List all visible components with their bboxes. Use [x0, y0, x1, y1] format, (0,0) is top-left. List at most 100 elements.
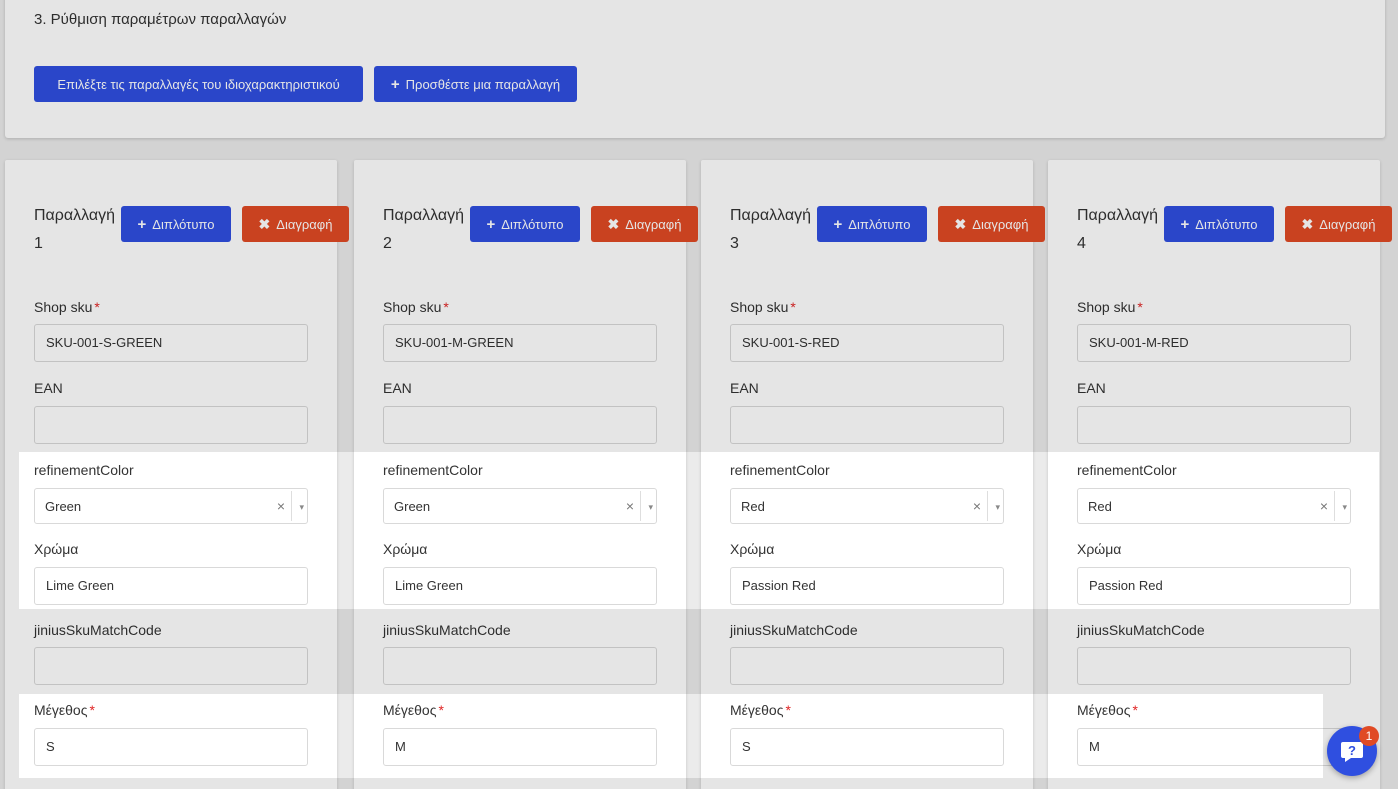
refinement-color-label: refinementColor [383, 462, 483, 478]
ean-input[interactable] [34, 406, 308, 444]
refinement-color-select[interactable]: Green × ▾ [383, 488, 657, 524]
jinius-sku-input[interactable] [383, 647, 657, 685]
color-input[interactable]: Passion Red [730, 567, 1004, 605]
ean-label: EAN [730, 380, 759, 396]
variation-title-label: Παραλλαγή [730, 207, 812, 224]
variation-title-label: Παραλλαγή [34, 207, 116, 224]
size-input[interactable]: M [1077, 728, 1351, 766]
refinement-color-select[interactable]: Red × ▾ [730, 488, 1004, 524]
select-divider [987, 491, 988, 521]
chevron-down-icon[interactable]: ▾ [1342, 489, 1347, 525]
ean-input[interactable] [1077, 406, 1351, 444]
add-variation-button[interactable]: + Προσθέστε μια παραλλαγή [374, 66, 577, 102]
plus-icon: + [390, 75, 400, 93]
delete-label: Διαγραφή [1319, 216, 1376, 232]
delete-label: Διαγραφή [276, 216, 333, 232]
close-icon: ✖ [258, 215, 271, 232]
overlay-right-1 [1379, 452, 1398, 609]
ean-input[interactable] [383, 406, 657, 444]
select-divider [640, 491, 641, 521]
color-label: Χρώμα [383, 541, 428, 557]
color-input[interactable]: Lime Green [383, 567, 657, 605]
jinius-sku-input[interactable] [34, 647, 308, 685]
delete-label: Διαγραφή [625, 216, 682, 232]
shop-sku-label: Shop sku * [383, 299, 449, 315]
duplicate-button[interactable]: + Διπλότυπο [1164, 206, 1274, 242]
size-label: Μέγεθος * [1077, 702, 1138, 718]
clear-selection-icon[interactable]: × [277, 489, 285, 523]
ean-label: EAN [1077, 380, 1106, 396]
color-label: Χρώμα [730, 541, 775, 557]
chat-notification-badge: 1 [1359, 726, 1379, 746]
chevron-down-icon[interactable]: ▾ [299, 489, 304, 525]
variation-card: Παραλλαγή 2 + Διπλότυπο ✖ Διαγραφή Shop … [354, 160, 698, 789]
select-divider [1334, 491, 1335, 521]
jinius-sku-input[interactable] [730, 647, 1004, 685]
size-input[interactable]: S [34, 728, 308, 766]
shop-sku-label: Shop sku * [730, 299, 796, 315]
duplicate-button[interactable]: + Διπλότυπο [470, 206, 580, 242]
color-label: Χρώμα [34, 541, 79, 557]
size-label: Μέγεθος * [730, 702, 791, 718]
plus-icon: + [137, 215, 147, 233]
jinius-sku-label: jiniusSkuMatchCode [730, 622, 858, 638]
size-input[interactable]: M [383, 728, 657, 766]
duplicate-label: Διπλότυπο [1195, 216, 1258, 232]
refinement-color-value: Red [1088, 499, 1112, 514]
variation-number: 4 [1077, 235, 1086, 252]
clear-selection-icon[interactable]: × [973, 489, 981, 523]
refinement-color-select[interactable]: Red × ▾ [1077, 488, 1351, 524]
delete-button[interactable]: ✖ Διαγραφή [242, 206, 349, 242]
delete-button[interactable]: ✖ Διαγραφή [938, 206, 1045, 242]
shop-sku-input[interactable]: SKU-001-M-RED [1077, 324, 1351, 362]
plus-icon: + [1180, 215, 1190, 233]
refinement-color-label: refinementColor [1077, 462, 1177, 478]
variation-title: Παραλλαγή 2 [383, 198, 465, 252]
variation-title-label: Παραλλαγή [383, 207, 465, 224]
size-input[interactable]: S [730, 728, 1004, 766]
variation-number: 1 [34, 235, 43, 252]
ean-label: EAN [383, 380, 412, 396]
delete-button[interactable]: ✖ Διαγραφή [591, 206, 698, 242]
jinius-sku-input[interactable] [1077, 647, 1351, 685]
jinius-sku-label: jiniusSkuMatchCode [34, 622, 162, 638]
refinement-color-value: Red [741, 499, 765, 514]
shop-sku-input[interactable]: SKU-001-S-RED [730, 324, 1004, 362]
chevron-down-icon[interactable]: ▾ [648, 489, 653, 525]
shop-sku-input[interactable]: SKU-001-S-GREEN [34, 324, 308, 362]
shop-sku-label: Shop sku * [1077, 299, 1143, 315]
section-title: 3. Ρύθμιση παραμέτρων παραλλαγών [34, 11, 287, 28]
plus-icon: + [486, 215, 496, 233]
clear-selection-icon[interactable]: × [1320, 489, 1328, 523]
refinement-color-label: refinementColor [730, 462, 830, 478]
color-input[interactable]: Lime Green [34, 567, 308, 605]
color-input[interactable]: Passion Red [1077, 567, 1351, 605]
color-label: Χρώμα [1077, 541, 1122, 557]
refinement-color-select[interactable]: Green × ▾ [34, 488, 308, 524]
variation-card: Παραλλαγή 3 + Διπλότυπο ✖ Διαγραφή Shop … [701, 160, 1045, 789]
clear-selection-icon[interactable]: × [626, 489, 634, 523]
variation-title: Παραλλαγή 3 [730, 198, 812, 252]
select-attribute-variations-button[interactable]: Επιλέξτε τις παραλλαγές του ιδιοχαρακτηρ… [34, 66, 363, 102]
duplicate-button[interactable]: + Διπλότυπο [817, 206, 927, 242]
variation-number: 3 [730, 235, 739, 252]
duplicate-label: Διπλότυπο [848, 216, 911, 232]
close-icon: ✖ [954, 215, 967, 232]
ean-input[interactable] [730, 406, 1004, 444]
size-label: Μέγεθος * [34, 702, 95, 718]
select-attribute-variations-label: Επιλέξτε τις παραλλαγές του ιδιοχαρακτηρ… [57, 76, 340, 92]
shop-sku-input[interactable]: SKU-001-M-GREEN [383, 324, 657, 362]
delete-label: Διαγραφή [972, 216, 1029, 232]
close-icon: ✖ [607, 215, 620, 232]
refinement-color-label: refinementColor [34, 462, 134, 478]
variation-title-label: Παραλλαγή [1077, 207, 1159, 224]
variation-card: Παραλλαγή 1 + Διπλότυπο ✖ Διαγραφή Shop … [5, 160, 349, 789]
delete-button[interactable]: ✖ Διαγραφή [1285, 206, 1392, 242]
chevron-down-icon[interactable]: ▾ [995, 489, 1000, 525]
size-label: Μέγεθος * [383, 702, 444, 718]
plus-icon: + [833, 215, 843, 233]
duplicate-button[interactable]: + Διπλότυπο [121, 206, 231, 242]
duplicate-label: Διπλότυπο [501, 216, 564, 232]
variation-number: 2 [383, 235, 392, 252]
jinius-sku-label: jiniusSkuMatchCode [1077, 622, 1205, 638]
